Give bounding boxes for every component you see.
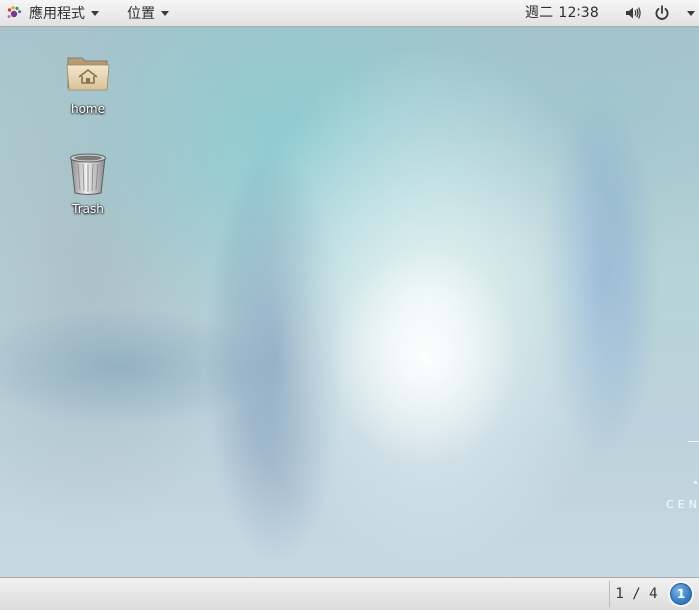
- desktop-icon-home[interactable]: home: [48, 50, 128, 116]
- brand-line: [688, 441, 699, 442]
- desktop[interactable]: home Trash CEN: [0, 27, 699, 577]
- volume-icon[interactable]: [625, 5, 641, 21]
- brand-watermark: CEN: [666, 498, 699, 511]
- power-icon[interactable]: [654, 5, 670, 21]
- chevron-down-icon: [91, 10, 99, 16]
- screen: 應用程式 位置 週二 12∶38 home Trash CEN 1 / 4 1: [0, 0, 699, 610]
- desktop-icon-label: Trash: [72, 202, 104, 216]
- trash-icon: [70, 153, 106, 195]
- desktop-icon-trash[interactable]: Trash: [48, 150, 128, 216]
- brand-dot: [694, 481, 697, 484]
- notification-badge[interactable]: 1: [670, 583, 692, 605]
- chevron-down-icon: [161, 10, 169, 16]
- applications-menu-label: 應用程式: [29, 6, 85, 22]
- gnome-foot-icon: [7, 6, 22, 18]
- home-folder-icon: [66, 57, 110, 91]
- desktop-icon-label: home: [70, 102, 106, 116]
- bottom-panel: 1 / 4 1: [0, 577, 699, 610]
- workspace-switcher[interactable]: 1 / 4: [609, 581, 663, 607]
- places-menu-label: 位置: [127, 6, 155, 22]
- clock[interactable]: 週二 12∶38: [525, 0, 599, 26]
- applications-menu[interactable]: 應用程式: [6, 0, 99, 26]
- top-panel: 應用程式 位置 週二 12∶38: [0, 0, 699, 27]
- places-menu[interactable]: 位置: [127, 0, 169, 26]
- chevron-down-icon[interactable]: [687, 11, 695, 16]
